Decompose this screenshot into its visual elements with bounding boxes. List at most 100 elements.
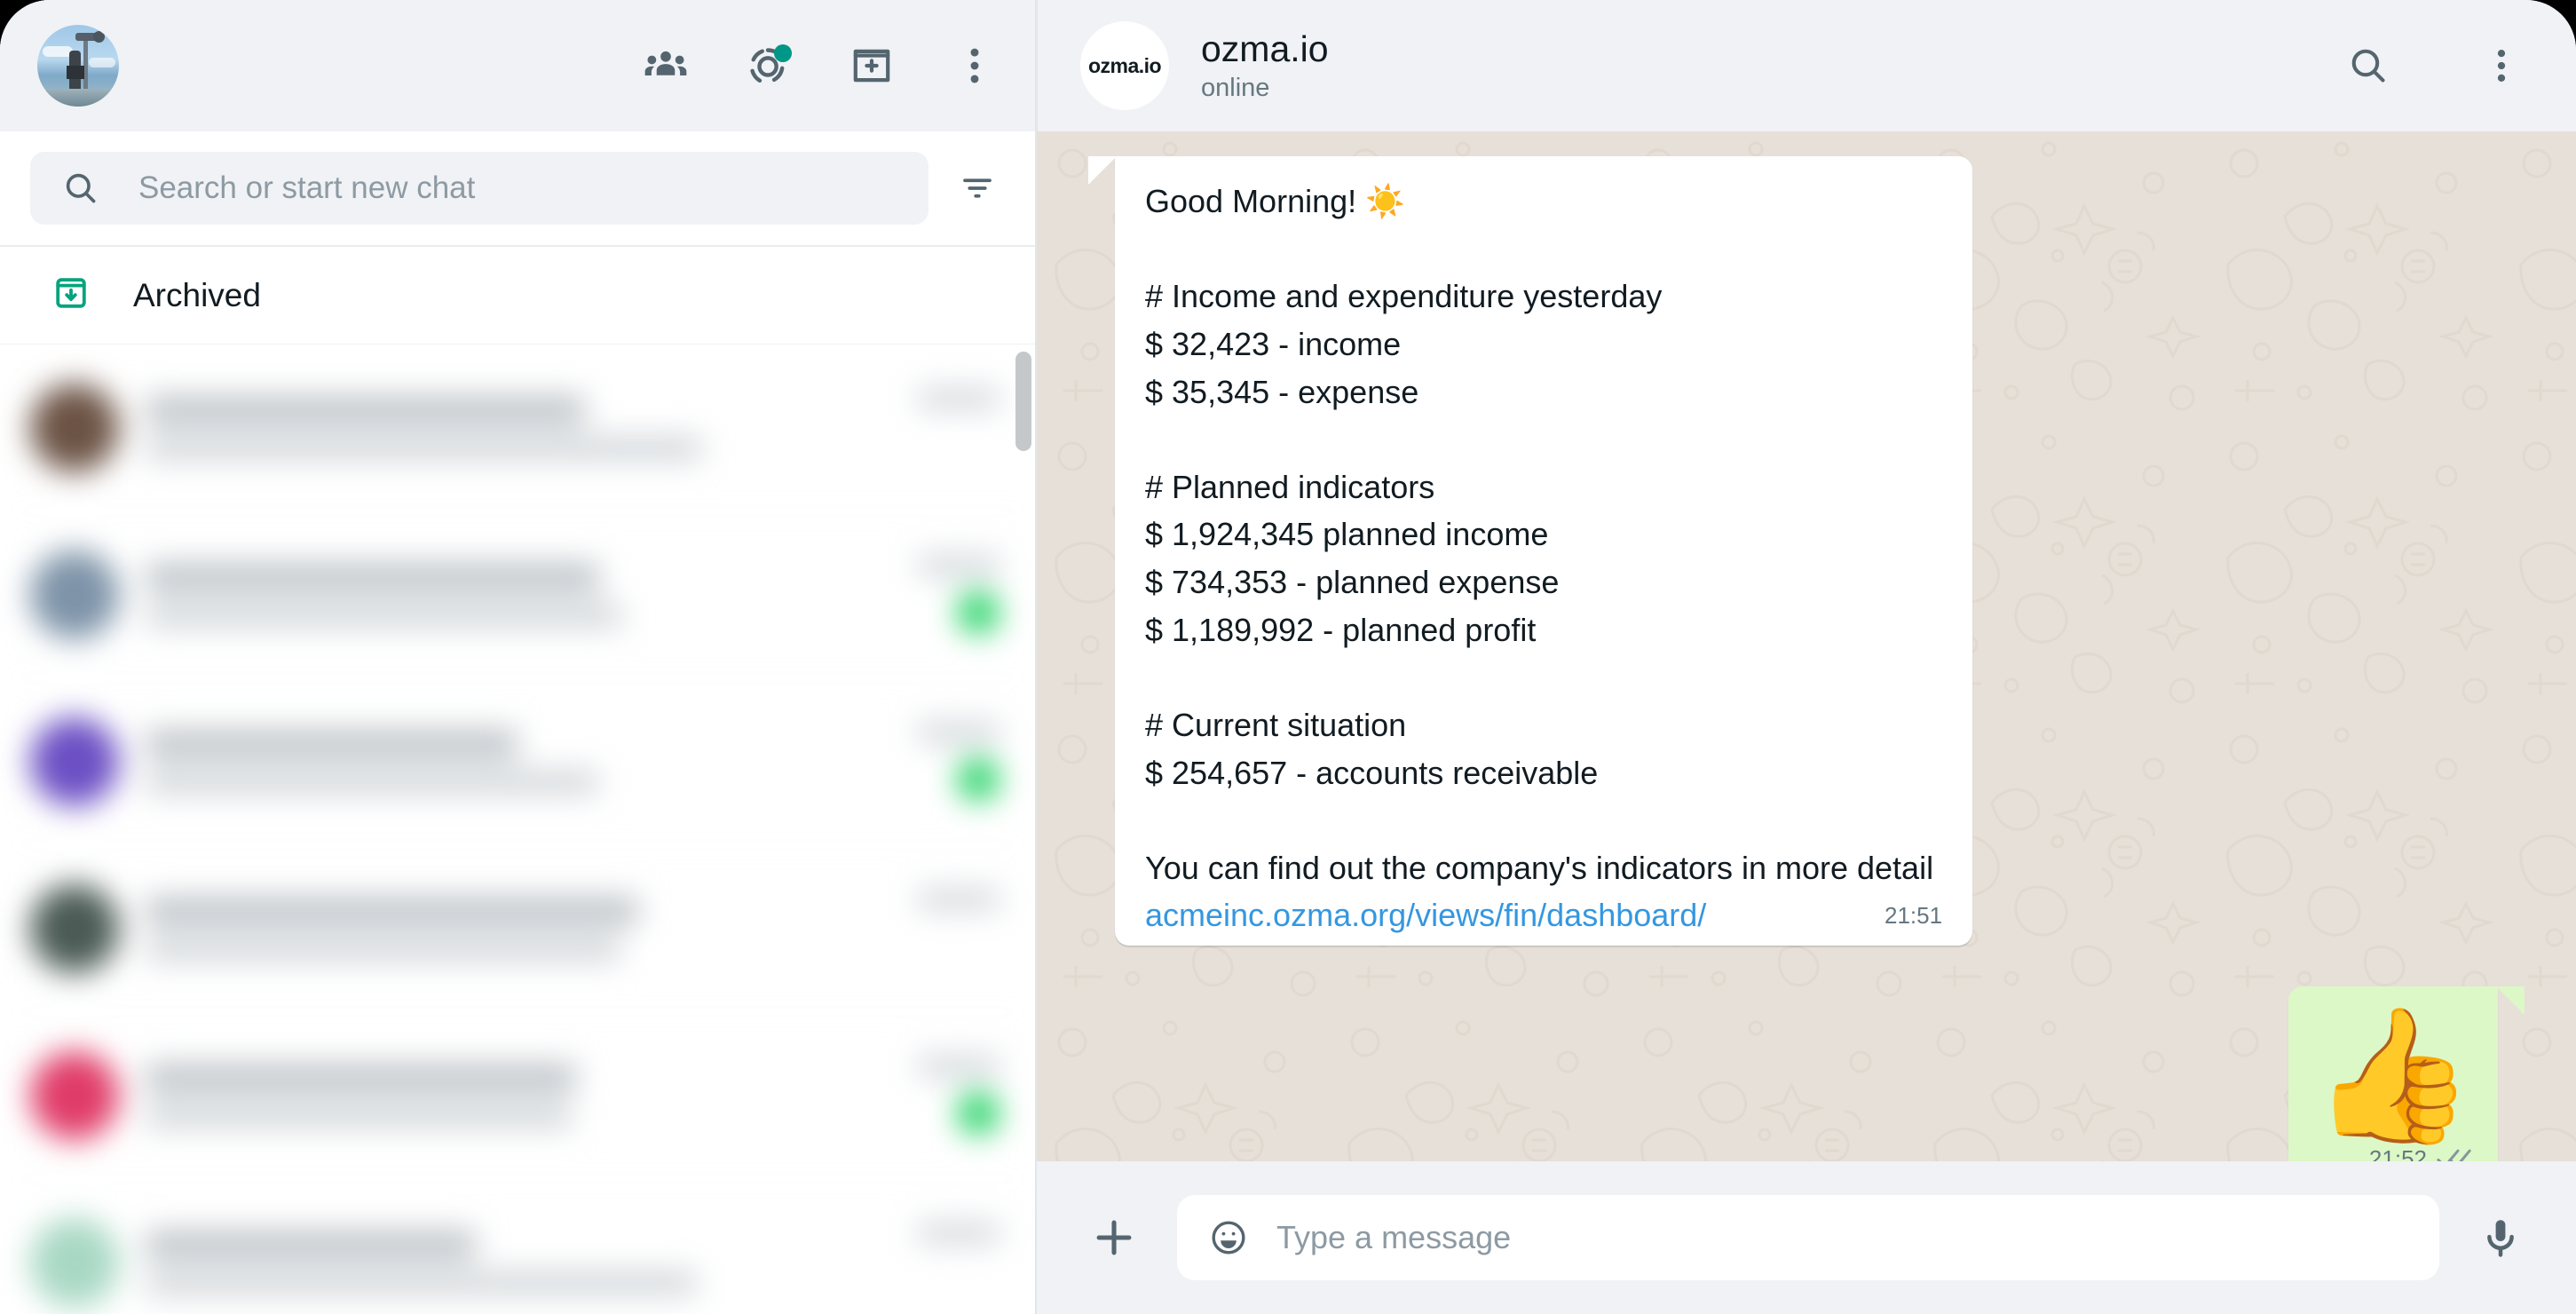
chat-item-body <box>146 731 891 793</box>
avatar <box>30 717 119 806</box>
menu-icon[interactable] <box>2475 39 2528 92</box>
chat-list-item[interactable] <box>0 344 1035 511</box>
incoming-message-bubble[interactable]: Good Morning! ☀️ # Income and expenditur… <box>1115 156 1972 946</box>
conversation-header-icons <box>2342 39 2528 92</box>
chat-item-title <box>146 898 638 924</box>
conversation-titles: ozma.io online <box>1201 28 1329 103</box>
sidebar-header-icons <box>639 39 1001 92</box>
chat-item-meta <box>918 890 1000 968</box>
unread-badge <box>957 1092 1000 1135</box>
avatar <box>30 884 119 973</box>
status-icon[interactable] <box>742 39 795 92</box>
chat-item-preview <box>146 438 702 459</box>
search-box[interactable] <box>30 152 928 225</box>
avatar <box>30 550 119 639</box>
composer-box[interactable] <box>1177 1195 2439 1280</box>
lamp-dot-shape <box>93 31 105 43</box>
ground-shape <box>37 89 119 107</box>
search-icon <box>60 168 101 209</box>
chat-list-items <box>0 344 1035 1314</box>
sidebar-header <box>0 0 1035 131</box>
archived-label: Archived <box>133 277 261 314</box>
conversation-pane: ozma.io ozma.io online Good Morning! ☀️ … <box>1037 0 2576 1314</box>
search-icon[interactable] <box>2342 39 2395 92</box>
chat-list-pane: Archived <box>0 0 1037 1314</box>
thumbs-up-emoji: 👍 <box>2311 1009 2475 1144</box>
avatar[interactable]: ozma.io <box>1080 21 1169 110</box>
chat-item-timestamp <box>918 1223 1000 1243</box>
chat-list-scrollbar[interactable] <box>1015 352 1031 451</box>
unread-badge <box>957 591 1000 634</box>
search-row <box>0 131 1035 247</box>
chat-item-meta <box>918 556 1000 634</box>
message-list[interactable]: Good Morning! ☀️ # Income and expenditur… <box>1037 131 2576 1161</box>
message-row: Good Morning! ☀️ # Income and expenditur… <box>1115 156 2498 946</box>
communities-icon[interactable] <box>639 39 692 92</box>
chat-item-meta <box>918 723 1000 801</box>
unread-badge <box>957 758 1000 801</box>
attach-plus-icon[interactable] <box>1088 1212 1140 1263</box>
whatsapp-window: Archived ozma.io ozma.io online <box>0 0 2576 1314</box>
unread-badge <box>957 424 1000 467</box>
pole-shape <box>83 36 88 89</box>
unread-badge <box>957 1259 1000 1302</box>
chat-item-preview <box>146 938 620 960</box>
emoji-icon[interactable] <box>1207 1216 1250 1259</box>
chat-item-title <box>146 564 599 590</box>
chat-list-item[interactable] <box>0 845 1035 1012</box>
chat-item-timestamp <box>918 389 1000 408</box>
outgoing-message-bubble[interactable]: 👍 21:52 <box>2288 986 2498 1161</box>
archived-row[interactable]: Archived <box>0 247 1035 344</box>
chat-item-preview <box>146 1272 697 1294</box>
cloud-shape <box>89 58 115 67</box>
unread-badge <box>957 925 1000 968</box>
filter-icon[interactable] <box>950 162 1005 214</box>
read-receipt-icon <box>2436 1145 2475 1161</box>
chat-list[interactable] <box>0 344 1035 1314</box>
message-timestamp: 21:52 <box>2369 1145 2427 1161</box>
chat-item-timestamp <box>918 556 1000 575</box>
contact-status: online <box>1201 74 1329 103</box>
archive-icon <box>50 272 92 319</box>
chat-item-body <box>146 898 891 960</box>
message-input[interactable] <box>1276 1219 2409 1256</box>
chat-item-title <box>146 1065 576 1091</box>
message-link[interactable]: acmeinc.ozma.org/views/fin/dashboard/ <box>1145 897 1706 933</box>
chat-list-item[interactable] <box>0 678 1035 845</box>
chat-item-preview <box>146 1105 572 1127</box>
contact-name: ozma.io <box>1201 28 1329 70</box>
chat-item-body <box>146 1065 891 1127</box>
chat-item-body <box>146 1231 891 1294</box>
chat-item-body <box>146 397 891 459</box>
chat-item-timestamp <box>918 890 1000 909</box>
message-row: 👍 21:52 <box>1115 986 2498 1161</box>
chat-item-meta <box>918 1223 1000 1302</box>
chat-item-meta <box>918 1057 1000 1135</box>
chat-list-item[interactable] <box>0 1012 1035 1179</box>
person-skirt-shape <box>67 66 84 79</box>
avatar <box>30 1051 119 1140</box>
chat-list-item[interactable] <box>0 1179 1035 1314</box>
search-input[interactable] <box>138 170 898 206</box>
cloud-shape <box>43 46 73 57</box>
chat-item-preview <box>146 772 598 793</box>
chat-item-title <box>146 731 518 757</box>
message-text: Good Morning! ☀️ # Income and expenditur… <box>1145 178 1942 891</box>
message-timestamp: 21:51 <box>1885 902 1942 930</box>
microphone-icon[interactable] <box>2477 1214 2525 1262</box>
chat-item-title <box>146 1231 476 1258</box>
menu-icon[interactable] <box>948 39 1001 92</box>
chat-item-preview <box>146 605 622 626</box>
chat-item-timestamp <box>918 723 1000 742</box>
profile-avatar[interactable] <box>37 25 119 107</box>
status-unread-dot <box>774 44 792 62</box>
avatar-label: ozma.io <box>1088 54 1161 78</box>
new-chat-icon[interactable] <box>845 39 898 92</box>
message-composer <box>1037 1161 2576 1314</box>
chat-item-title <box>146 397 585 423</box>
chat-item-meta <box>918 389 1000 467</box>
avatar <box>30 1218 119 1307</box>
chat-list-item[interactable] <box>0 511 1035 678</box>
avatar <box>30 384 119 472</box>
chat-item-body <box>146 564 891 626</box>
